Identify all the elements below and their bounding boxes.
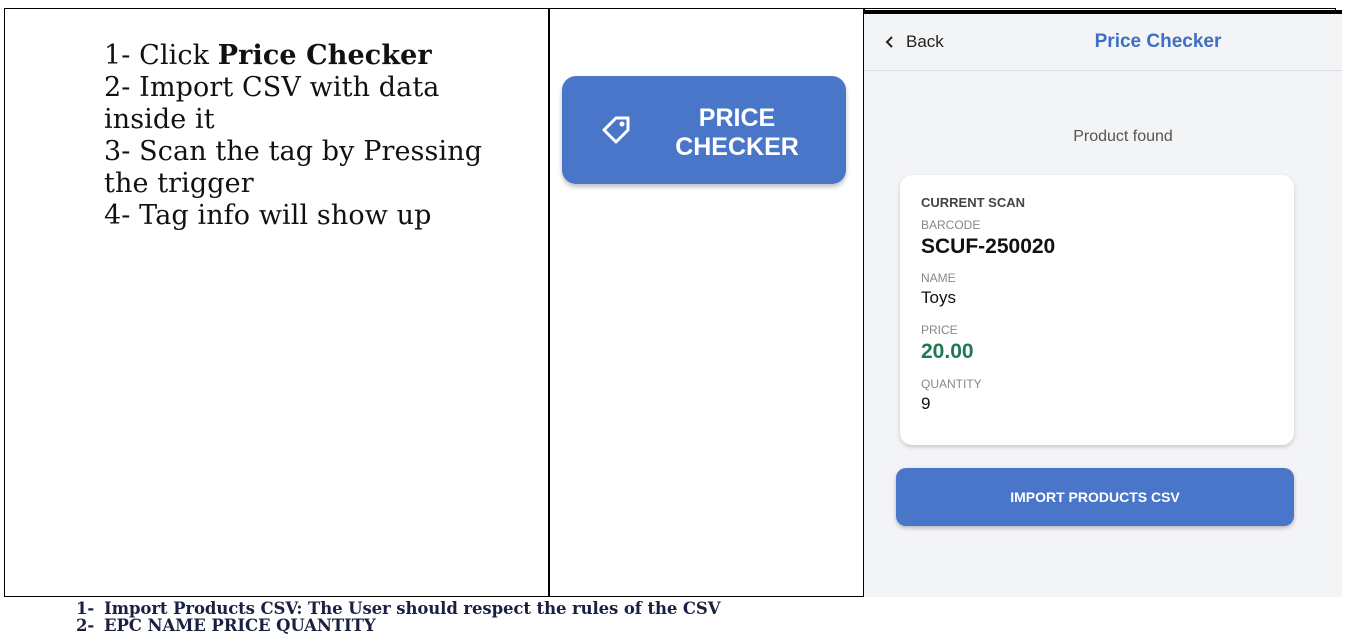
step-1-text: 1- Click [104,40,218,71]
step-1: 1- Click Price Checker [104,40,534,72]
tag-icon [602,116,630,144]
name-value: Toys [921,288,956,307]
card-heading: CURRENT SCAN [921,195,1025,210]
quantity-label: QUANTITY [921,377,982,391]
step-4: 4- Tag info will show up [104,200,432,231]
status-text: Product found [1073,128,1173,145]
note-item-2: 2- EPC NAME PRICE QUANTITY [76,617,720,634]
note-text: EPC NAME PRICE QUANTITY [104,616,376,635]
price-value: 20.00 [921,340,974,363]
step-2-line-2: inside it [104,104,215,135]
phone-screen: Back Price Checker Product found CURRENT… [864,10,1342,597]
note-number: 1- [76,599,95,618]
barcode-value: SCUF-250020 [921,235,1056,258]
price-checker-label: PRICE CHECKER [662,104,812,162]
quantity-value: 9 [921,394,931,413]
price-label: PRICE [921,323,958,337]
barcode-label: BARCODE [921,218,981,232]
step-3-line-2: the trigger [104,168,254,199]
current-scan-card: CURRENT SCAN BARCODE SCUF-250020 NAME To… [900,175,1294,445]
name-label: NAME [921,271,956,285]
app-bar: Back Price Checker [864,14,1342,71]
page-title: Price Checker [1094,31,1222,52]
step-1-bold-text: Price Checker [217,40,432,71]
instruction-steps: 1- Click Price Checker 2- Import CSV wit… [104,40,534,232]
column-divider [548,9,550,596]
price-checker-button[interactable]: PRICE CHECKER [562,76,846,184]
price-checker-label-line-2: CHECKER [675,133,799,161]
note-item-1: 1- Import Products CSV: The User should r… [76,599,721,618]
note-number: 2- [76,616,95,635]
notes-list: 1- Import Products CSV: The User should r… [76,599,721,634]
import-products-csv-button[interactable]: IMPORT PRODUCTS CSV [896,468,1294,526]
step-3-line-1: 3- Scan the tag by Pressing [104,136,483,167]
step-2-line-1: 2- Import CSV with data [104,72,440,103]
price-checker-label-line-1: PRICE [698,104,776,132]
